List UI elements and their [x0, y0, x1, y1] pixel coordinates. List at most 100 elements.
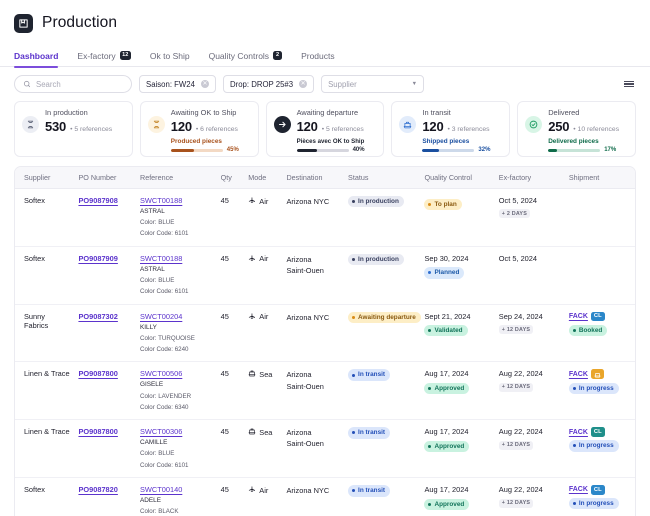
status-badge: In transit: [348, 369, 390, 380]
col-header-supplier[interactable]: Supplier: [15, 167, 74, 189]
col-header-qty[interactable]: Qty: [217, 167, 245, 189]
status-dot: [352, 200, 355, 203]
carrier-badge: CL: [591, 427, 605, 436]
shipment-code-link[interactable]: FACK: [569, 313, 588, 320]
cell-po-number: PO9087800: [74, 362, 136, 420]
cell-quality-control: Sep 30, 2024Planned: [420, 246, 494, 304]
cell-mode: Sea: [244, 420, 282, 478]
cell-qty: 45: [217, 189, 245, 247]
search-box[interactable]: [14, 75, 132, 93]
tab-products[interactable]: Products: [301, 45, 335, 67]
kpi-card-delivered[interactable]: Delivered 250 • 10 references Delivered …: [517, 101, 636, 157]
status-badge: Approved: [424, 441, 469, 452]
table-row[interactable]: SoftexPO9087820SWCT00140ADELEColor: BLAC…: [15, 478, 635, 516]
ship-icon: [399, 116, 416, 133]
ex-factory-date: Oct 5, 2024: [499, 254, 561, 264]
shipment-code-link[interactable]: FACK: [569, 371, 588, 378]
col-header-reference[interactable]: Reference: [136, 167, 217, 189]
search-input[interactable]: [36, 80, 123, 89]
po-number-link[interactable]: PO9087909: [78, 254, 117, 263]
destination-line: Arizona: [286, 427, 340, 438]
reference-product-name: ADELE: [140, 496, 213, 506]
status-badge: In production: [348, 254, 404, 265]
kpi-card-awaiting-departure[interactable]: Awaiting departure 120 • 5 references Pi…: [266, 101, 385, 157]
cell-shipment: FACKCLBooked: [565, 304, 635, 362]
reference-color: Color: LAVENDER: [140, 392, 213, 402]
shipment-code-link[interactable]: FACK: [569, 429, 588, 436]
status-badge: To plan: [424, 199, 461, 210]
kpi-sub-label: Shipped pieces: [422, 138, 502, 145]
close-icon[interactable]: ✕: [299, 80, 307, 88]
cell-mode: Air: [244, 478, 282, 516]
kpi-card-in-production[interactable]: In production 530 • 5 references: [14, 101, 133, 157]
filter-chip-drop[interactable]: Drop: DROP 25#3 ✕: [223, 75, 314, 93]
status-dot: [352, 374, 355, 377]
reference-link[interactable]: SWCT00140: [140, 485, 182, 494]
reference-link[interactable]: SWCT00188: [140, 254, 182, 263]
col-header-shipment[interactable]: Shipment: [565, 167, 635, 189]
table-row[interactable]: Sunny FabricsPO9087302SWCT00204KILLYColo…: [15, 304, 635, 362]
col-header-status[interactable]: Status: [344, 167, 420, 189]
destination-line: Arizona NYC: [286, 196, 340, 207]
reference-product-name: ASTRAL: [140, 207, 213, 217]
shipment-code-link[interactable]: FACK: [569, 486, 588, 493]
cell-destination: Arizona NYC: [282, 189, 344, 247]
supplier-select[interactable]: Supplier ▼: [321, 75, 424, 93]
tab-ok-to-ship[interactable]: Ok to Ship: [150, 45, 190, 67]
tab-ex-factory[interactable]: Ex-factory 12: [77, 45, 131, 67]
status-badge-label: In transit: [358, 487, 385, 494]
close-icon[interactable]: ✕: [201, 80, 209, 88]
reference-link[interactable]: SWCT00204: [140, 312, 182, 321]
tab-dashboard[interactable]: Dashboard: [14, 45, 58, 67]
cell-status: In transit: [344, 420, 420, 478]
status-badge-label: To plan: [434, 201, 456, 208]
table-row[interactable]: SoftexPO9087908SWCT00188ASTRALColor: BLU…: [15, 189, 635, 247]
status-badge-label: Validated: [434, 327, 462, 334]
status-badge: In progress: [569, 440, 619, 451]
orders-table: Supplier PO Number Reference Qty Mode De…: [15, 167, 635, 516]
col-header-po-number[interactable]: PO Number: [74, 167, 136, 189]
kpi-sub-label: Delivered pieces: [548, 138, 628, 145]
reference-color-code: Color Code: 6340: [140, 403, 213, 413]
col-header-quality-control[interactable]: Quality Control: [420, 167, 494, 189]
kpi-card-in-transit[interactable]: In transit 120 • 3 references Shipped pi…: [391, 101, 510, 157]
tab-label: Ok to Ship: [150, 51, 190, 61]
kpi-card-awaiting-ok-to-ship[interactable]: Awaiting OK to Ship 120 • 6 references P…: [140, 101, 259, 157]
mode-label: Air: [259, 486, 268, 495]
col-header-mode[interactable]: Mode: [244, 167, 282, 189]
po-number-link[interactable]: PO9087908: [78, 196, 117, 205]
po-number-link[interactable]: PO9087302: [78, 312, 117, 321]
reference-link[interactable]: SWCT00506: [140, 369, 182, 378]
table-header-row: Supplier PO Number Reference Qty Mode De…: [15, 167, 635, 189]
cell-destination: Arizona NYC: [282, 478, 344, 516]
cell-ex-factory: Aug 22, 2024+ 12 DAYS: [495, 420, 565, 478]
table-row[interactable]: SoftexPO9087909SWCT00188ASTRALColor: BLU…: [15, 246, 635, 304]
col-header-destination[interactable]: Destination: [282, 167, 344, 189]
po-number-link[interactable]: PO9087800: [78, 369, 117, 378]
tab-quality-controls[interactable]: Quality Controls 2: [209, 45, 282, 67]
kpi-references: • 5 references: [70, 126, 112, 133]
kpi-percent: 45%: [227, 147, 239, 153]
po-number-link[interactable]: PO9087800: [78, 427, 117, 436]
reference-link[interactable]: SWCT00306: [140, 427, 182, 436]
destination-line: Arizona: [286, 254, 340, 265]
mode-label: Sea: [259, 370, 272, 379]
status-dot: [573, 444, 576, 447]
status-badge: In progress: [569, 383, 619, 394]
table-row[interactable]: Linen & TracePO9087800SWCT00306CAMILLECo…: [15, 420, 635, 478]
hamburger-menu-icon[interactable]: [622, 79, 636, 90]
kpi-percent: 40%: [353, 147, 365, 153]
reference-product-name: KILLY: [140, 323, 213, 333]
filter-chip-season[interactable]: Saison: FW24 ✕: [139, 75, 216, 93]
cell-qty: 45: [217, 246, 245, 304]
cell-reference: SWCT00506GISELEColor: LAVENDERColor Code…: [136, 362, 217, 420]
cell-mode: Air: [244, 304, 282, 362]
reference-link[interactable]: SWCT00188: [140, 196, 182, 205]
po-number-link[interactable]: PO9087820: [78, 485, 117, 494]
mode-label: Sea: [259, 428, 272, 437]
plane-icon: [248, 196, 256, 206]
kpi-value: 250: [548, 119, 569, 134]
table-row[interactable]: Linen & TracePO9087800SWCT00506GISELECol…: [15, 362, 635, 420]
status-badge-label: Awaiting departure: [358, 314, 416, 321]
col-header-ex-factory[interactable]: Ex-factory: [495, 167, 565, 189]
